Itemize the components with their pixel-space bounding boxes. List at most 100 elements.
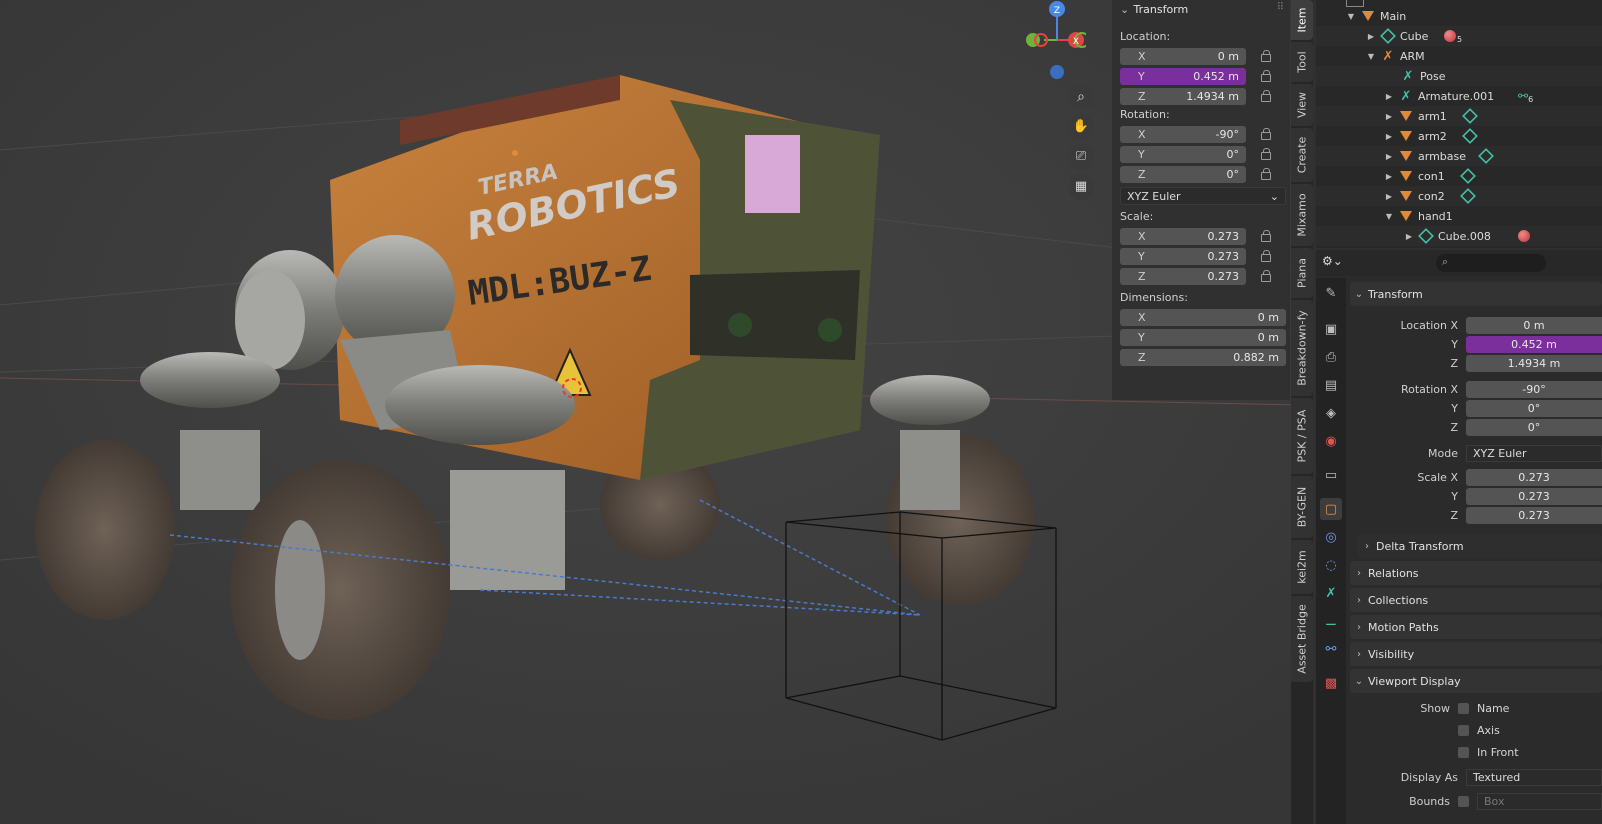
mesh-icon[interactable] <box>1462 128 1478 144</box>
rotation-x-field[interactable]: X -90° <box>1120 125 1246 143</box>
lock-icon[interactable] <box>1258 50 1272 62</box>
tab-create[interactable]: Create <box>1291 128 1313 182</box>
lock-icon[interactable] <box>1258 168 1272 180</box>
outliner-row-cube[interactable]: ▶ Cube 5 <box>1316 26 1602 46</box>
transform-section-header[interactable]: ⌄ Transform <box>1350 282 1602 306</box>
zoom-icon[interactable]: ⌕ <box>1068 84 1094 110</box>
navigation-gizmo[interactable]: Z X <box>1016 0 1090 90</box>
3d-viewport[interactable]: TERRA ROBOTICS MDL:BUZ-Z Z X ⌕ ✋ ⎚ ▦ <box>0 0 1302 824</box>
collection-icon[interactable]: ▭ <box>1320 464 1342 486</box>
location-x-field[interactable]: 0 m <box>1466 316 1602 334</box>
lock-icon[interactable] <box>1258 230 1272 242</box>
tab-kei2m[interactable]: kei2m <box>1291 540 1313 594</box>
material-icon[interactable] <box>1518 230 1530 242</box>
search-input[interactable]: ⌕ <box>1436 254 1546 272</box>
rotation-y-field[interactable]: Y 0° <box>1120 145 1246 163</box>
bone-constraint-icon[interactable]: ⚯ <box>1320 638 1342 660</box>
camera-icon[interactable]: ⎚ <box>1068 144 1094 170</box>
lock-icon[interactable] <box>1258 148 1272 160</box>
lock-icon[interactable] <box>1258 250 1272 262</box>
material-icon[interactable] <box>1444 30 1456 42</box>
location-z-field[interactable]: 1.4934 m <box>1466 354 1602 372</box>
scale-y-field[interactable]: Y 0.273 <box>1120 247 1246 265</box>
view-layer-icon[interactable]: ▤ <box>1320 374 1342 396</box>
in-front-checkbox[interactable] <box>1458 746 1469 758</box>
tool-icon[interactable]: ✎ <box>1320 282 1342 304</box>
dimensions-z-field[interactable]: Z 0.882 m <box>1120 348 1286 366</box>
outliner-row-arm[interactable]: ▼ ✗ ARM <box>1316 46 1602 66</box>
scene-icon[interactable]: ◈ <box>1320 402 1342 424</box>
lock-icon[interactable] <box>1258 70 1272 82</box>
outliner-row-con2[interactable]: ▶ con2 <box>1316 186 1602 206</box>
outliner-row-hand1[interactable]: ▼ hand1 <box>1316 206 1602 226</box>
rotation-y-field[interactable]: 0° <box>1466 399 1602 417</box>
tab-piana[interactable]: Piana <box>1291 248 1313 298</box>
tab-asset-bridge[interactable]: Asset Bridge <box>1291 596 1313 682</box>
show-axis-checkbox[interactable] <box>1458 724 1469 736</box>
rotation-mode-select[interactable]: XYZ Euler ⌄ <box>1120 187 1286 205</box>
physics-icon[interactable]: ◌ <box>1320 554 1342 576</box>
tab-item[interactable]: Item <box>1291 0 1313 40</box>
show-name-checkbox[interactable] <box>1458 702 1469 714</box>
tab-tool[interactable]: Tool <box>1291 42 1313 82</box>
delta-transform-section[interactable]: › Delta Transform <box>1358 534 1602 558</box>
display-as-select[interactable]: Textured <box>1466 768 1602 786</box>
output-icon[interactable]: ⎙ <box>1320 346 1342 368</box>
lock-icon[interactable] <box>1258 128 1272 140</box>
relations-section[interactable]: › Relations <box>1350 561 1602 585</box>
pan-hand-icon[interactable]: ✋ <box>1068 114 1094 140</box>
mesh-icon[interactable] <box>1460 188 1476 204</box>
world-icon[interactable]: ◉ <box>1320 430 1342 452</box>
tab-breakdown-fy[interactable]: Breakdown-fy <box>1291 300 1313 396</box>
editor-type-icon[interactable]: ⚙⌄ <box>1322 254 1348 272</box>
motion-paths-section[interactable]: › Motion Paths <box>1350 615 1602 639</box>
location-x-field[interactable]: X 0 m <box>1120 47 1246 65</box>
collections-section[interactable]: › Collections <box>1350 588 1602 612</box>
rotation-z-field[interactable]: 0° <box>1466 418 1602 436</box>
visibility-section[interactable]: › Visibility <box>1350 642 1602 666</box>
outliner-row-pose[interactable]: ✗ Pose <box>1316 66 1602 86</box>
transform-panel-header[interactable]: ⌄ Transform <box>1112 0 1290 22</box>
rotation-x-field[interactable]: -90° <box>1466 380 1602 398</box>
tab-by-gen[interactable]: BY-GEN <box>1291 476 1313 538</box>
texture-icon[interactable]: ▩ <box>1320 672 1342 694</box>
dimensions-x-field[interactable]: X 0 m <box>1120 308 1286 326</box>
scale-z-field[interactable]: 0.273 <box>1466 506 1602 524</box>
outliner-row-cube-008[interactable]: ▶ Cube.008 <box>1316 226 1602 246</box>
modifier-icon[interactable]: ◎ <box>1320 526 1342 548</box>
rotation-z-field[interactable]: Z 0° <box>1120 165 1246 183</box>
outliner-row-arm1[interactable]: ▶ arm1 <box>1316 106 1602 126</box>
location-y-field[interactable]: Y 0.452 m <box>1120 67 1246 85</box>
perspective-grid-icon[interactable]: ▦ <box>1068 174 1094 200</box>
scale-z-field[interactable]: Z 0.273 <box>1120 267 1246 285</box>
location-z-field[interactable]: Z 1.4934 m <box>1120 87 1246 105</box>
outliner-row-armbase[interactable]: ▶ armbase <box>1316 146 1602 166</box>
bone-icon[interactable]: ⚯ <box>1518 89 1528 103</box>
lock-icon[interactable] <box>1258 90 1272 102</box>
bounds-checkbox[interactable] <box>1458 795 1469 807</box>
tab-mixamo[interactable]: Mixamo <box>1291 184 1313 246</box>
bounds-type-select[interactable]: Box <box>1477 792 1602 810</box>
bone-icon[interactable]: ⚊ <box>1320 610 1342 632</box>
mesh-icon[interactable] <box>1460 168 1476 184</box>
mesh-icon[interactable] <box>1462 108 1478 124</box>
render-icon[interactable]: ▣ <box>1320 318 1342 340</box>
outliner-row-con1[interactable]: ▶ con1 <box>1316 166 1602 186</box>
scale-y-field[interactable]: 0.273 <box>1466 487 1602 505</box>
drag-handle-icon[interactable]: ⠿ <box>1277 2 1284 13</box>
dimensions-y-field[interactable]: Y 0 m <box>1120 328 1286 346</box>
outliner-row-main[interactable]: ▼ Main <box>1316 6 1602 26</box>
scale-x-field[interactable]: X 0.273 <box>1120 227 1246 245</box>
object-data-armature-icon[interactable]: ✗ <box>1320 582 1342 604</box>
object-properties-icon[interactable]: ▢ <box>1320 498 1342 520</box>
tab-view[interactable]: View <box>1291 84 1313 126</box>
scale-x-field[interactable]: 0.273 <box>1466 468 1602 486</box>
outliner-row-arm2[interactable]: ▶ arm2 <box>1316 126 1602 146</box>
mesh-icon[interactable] <box>1478 148 1494 164</box>
tab-psk-psa[interactable]: PSK / PSA <box>1291 398 1313 474</box>
viewport-display-section[interactable]: ⌄ Viewport Display <box>1350 669 1602 693</box>
outliner-row-armature-001[interactable]: ▶ ✗ Armature.001 ⚯ 6 <box>1316 86 1602 106</box>
rotation-mode-select[interactable]: XYZ Euler <box>1466 444 1602 462</box>
lock-icon[interactable] <box>1258 270 1272 282</box>
location-y-field[interactable]: 0.452 m <box>1466 335 1602 353</box>
